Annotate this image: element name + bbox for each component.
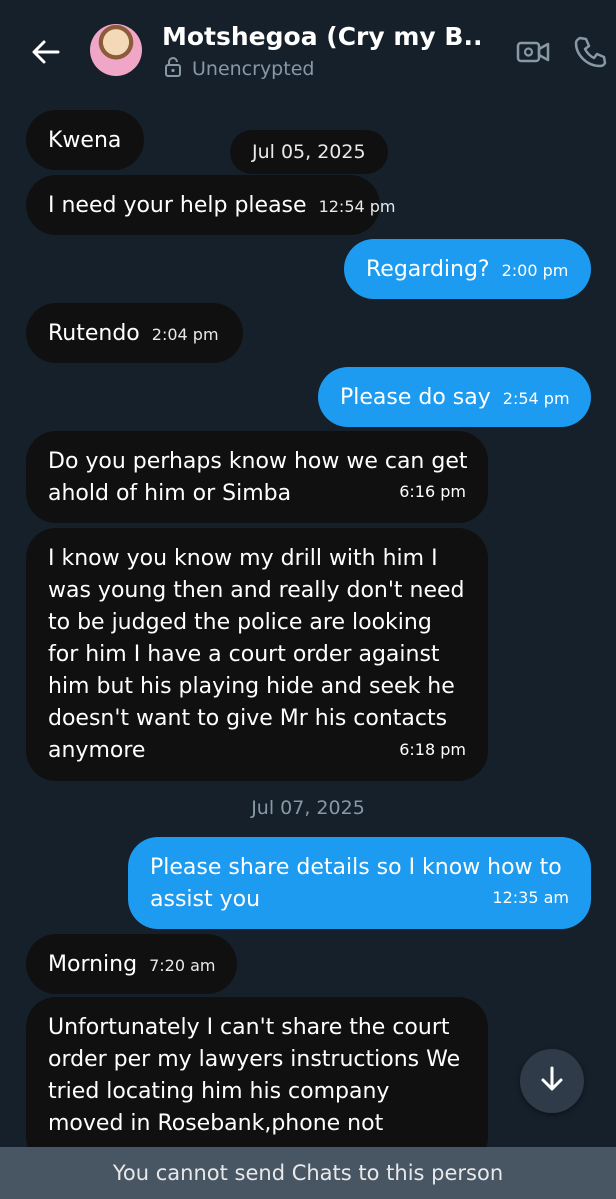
- encryption-label: Unencrypted: [192, 58, 315, 80]
- message-text: Rutendo: [48, 321, 140, 346]
- message-text: Morning: [48, 952, 138, 977]
- message-time: 7:20 am: [149, 956, 216, 975]
- message-time: 2:04 pm: [151, 325, 219, 344]
- notice-text: You cannot send Chats to this person: [112, 1161, 504, 1185]
- message-time: 6:18 pm: [399, 740, 466, 759]
- message-bubble[interactable]: Do you perhaps know how we can get ahold…: [26, 431, 488, 523]
- phone-call-icon[interactable]: [572, 34, 608, 70]
- message-bubble[interactable]: Regarding? 2:00 pm: [344, 239, 591, 299]
- scroll-to-bottom-button[interactable]: [520, 1049, 584, 1113]
- message-bubble[interactable]: Please share details so I know how to as…: [128, 837, 591, 929]
- message-time: 2:00 pm: [501, 261, 569, 280]
- message-text: Please do say: [340, 385, 491, 410]
- message-time: 12:54 pm: [318, 197, 396, 216]
- back-arrow-icon[interactable]: [28, 34, 64, 70]
- message-text: Regarding?: [366, 257, 490, 282]
- contact-name[interactable]: Motshegoa (Cry my B...: [162, 22, 482, 51]
- date-separator: Jul 05, 2025: [230, 130, 388, 174]
- message-bubble[interactable]: I know you know my drill with him I was …: [26, 528, 488, 781]
- message-bubble[interactable]: Morning 7:20 am: [26, 934, 237, 994]
- date-separator: Jul 07, 2025: [251, 797, 365, 819]
- message-bubble[interactable]: Unfortunately I can't share the court or…: [26, 997, 488, 1167]
- message-time: 2:54 pm: [502, 389, 570, 408]
- message-time: 6:16 pm: [399, 482, 466, 501]
- message-bubble[interactable]: Please do say 2:54 pm: [318, 367, 591, 427]
- encryption-status: Unencrypted: [164, 56, 315, 83]
- message-text: I need your help please: [48, 193, 307, 218]
- unlock-icon: [164, 56, 182, 83]
- message-bubble[interactable]: Rutendo 2:04 pm: [26, 303, 243, 363]
- chat-header: Motshegoa (Cry my B... Unencrypted: [0, 0, 616, 100]
- message-list[interactable]: Kwena Jul 05, 2025 I need your help plea…: [0, 100, 616, 1167]
- message-bubble[interactable]: I need your help please 12:54 pm: [26, 175, 396, 235]
- cannot-send-notice: You cannot send Chats to this person: [0, 1147, 616, 1199]
- arrow-down-icon: [537, 1064, 567, 1098]
- message-bubble[interactable]: Kwena: [26, 110, 144, 170]
- message-time: 12:35 am: [492, 888, 569, 907]
- message-text: Unfortunately I can't share the court or…: [48, 1015, 461, 1136]
- message-text: Kwena: [48, 128, 122, 153]
- avatar[interactable]: [90, 24, 142, 76]
- video-call-icon[interactable]: [515, 34, 551, 70]
